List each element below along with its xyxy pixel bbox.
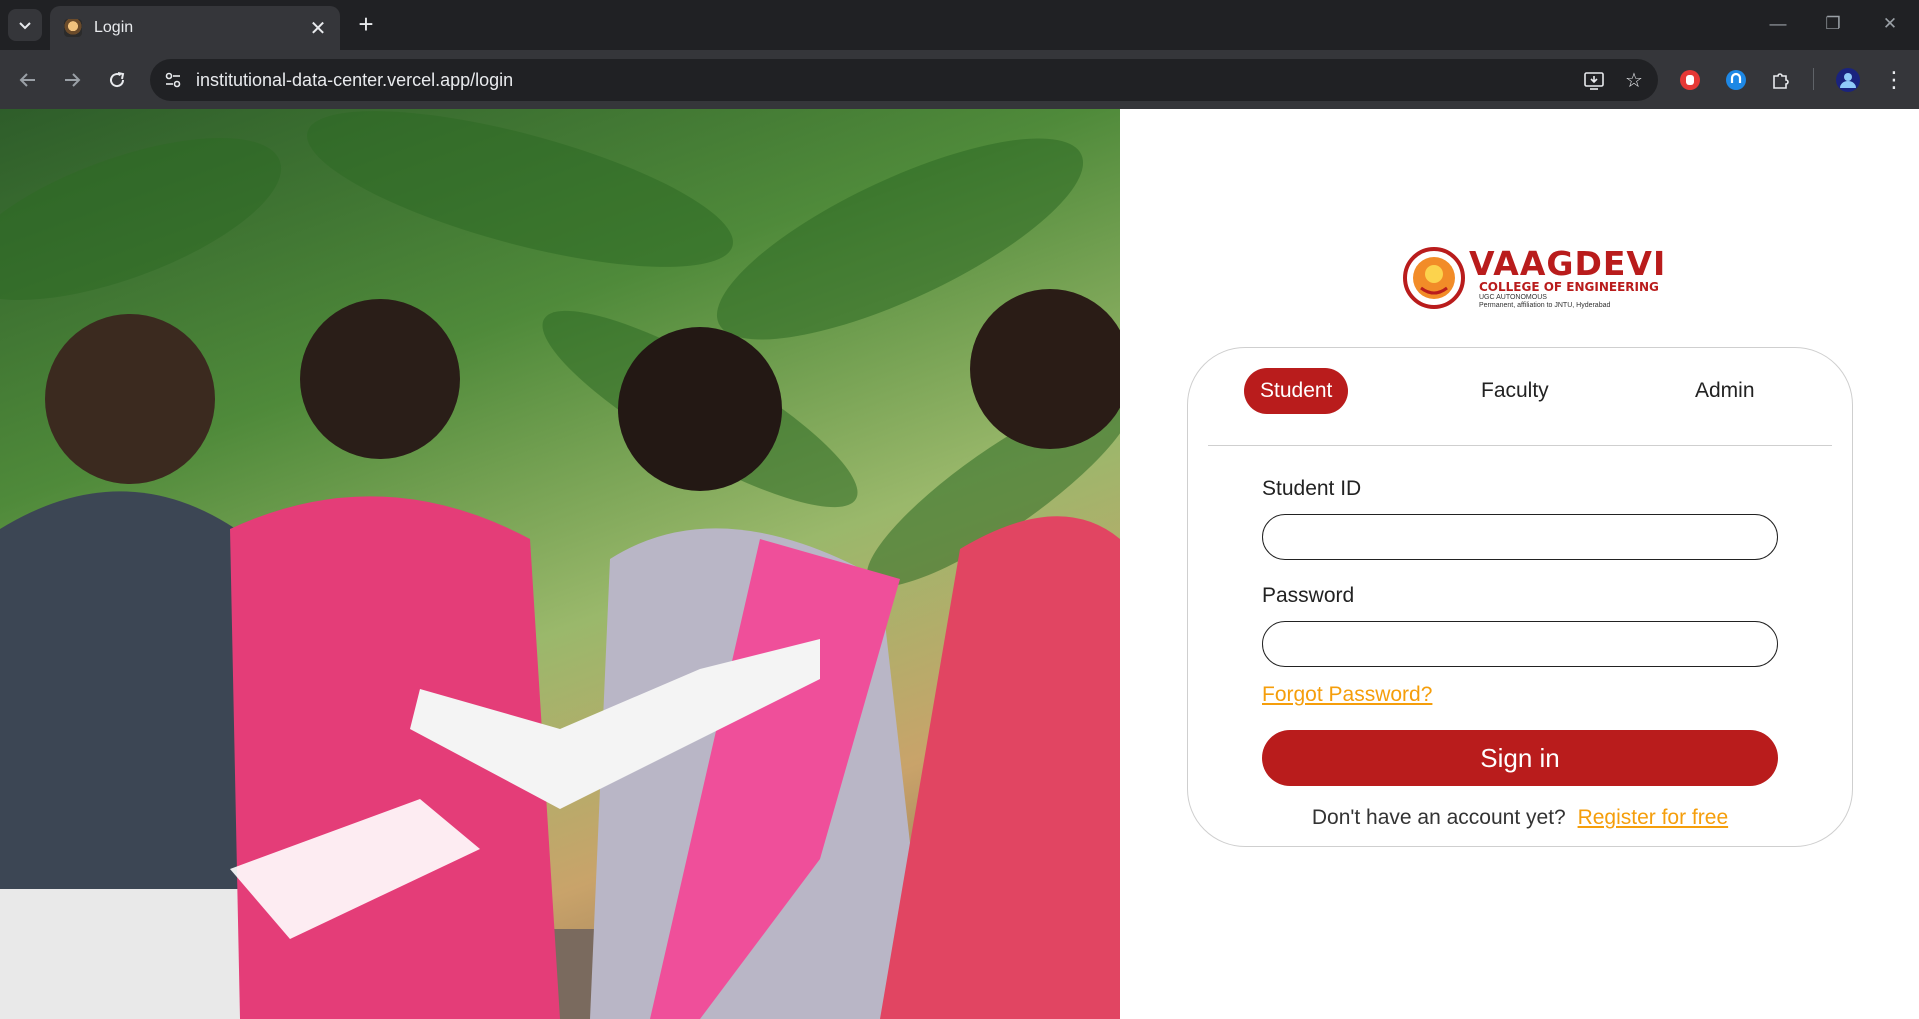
toolbar-separator xyxy=(1813,68,1814,90)
back-button[interactable] xyxy=(12,64,44,96)
tab-search-button[interactable] xyxy=(8,9,42,41)
register-link[interactable]: Register for free xyxy=(1578,806,1729,829)
logo-line-1: UGC AUTONOMOUS xyxy=(1479,293,1547,301)
new-tab-button[interactable]: + xyxy=(352,9,380,39)
browser-tabbar: Login ✕ + — ❐ ✕ xyxy=(0,0,1919,50)
student-id-label: Student ID xyxy=(1262,477,1362,500)
sign-in-button[interactable]: Sign in xyxy=(1262,730,1778,786)
tab-faculty[interactable]: Faculty xyxy=(1465,368,1565,414)
reload-button[interactable] xyxy=(101,64,133,96)
login-page: VAAGDEVI COLLEGE OF ENGINEERING UGC AUTO… xyxy=(0,109,1919,1019)
favicon-icon xyxy=(64,19,82,37)
tabs-divider xyxy=(1208,445,1832,446)
more-menu-icon[interactable]: ⋮ xyxy=(1878,64,1910,96)
arrow-right-icon xyxy=(65,73,81,87)
url-text: institutional-data-center.vercel.app/log… xyxy=(196,69,514,90)
browser-tab[interactable]: Login ✕ xyxy=(50,6,340,50)
reload-icon xyxy=(110,72,125,88)
profile-avatar[interactable] xyxy=(1832,64,1864,96)
install-app-icon[interactable] xyxy=(1578,64,1610,96)
college-logo: VAAGDEVI COLLEGE OF ENGINEERING UGC AUTO… xyxy=(1403,239,1666,317)
restore-button[interactable]: ❐ xyxy=(1811,8,1855,40)
hero-students-photo xyxy=(0,109,1120,1019)
password-input[interactable] xyxy=(1262,621,1778,667)
tab-admin[interactable]: Admin xyxy=(1679,368,1771,414)
arrow-left-icon xyxy=(19,73,35,87)
register-prompt: Don't have an account yet? xyxy=(1311,806,1566,829)
minimize-button[interactable]: — xyxy=(1756,8,1800,40)
student-id-input[interactable] xyxy=(1262,514,1778,560)
tab-title: Login xyxy=(94,19,134,36)
close-window-button[interactable]: ✕ xyxy=(1868,8,1912,40)
extension-stop-icon[interactable] xyxy=(1674,64,1706,96)
logo-name: VAAGDEVI xyxy=(1469,243,1667,283)
forward-button[interactable] xyxy=(56,64,88,96)
browser-toolbar: institutional-data-center.vercel.app/log… xyxy=(0,50,1919,109)
extensions-puzzle-icon[interactable] xyxy=(1765,64,1797,96)
register-row: Don't have an account yet? Register for … xyxy=(1188,806,1852,830)
tab-student[interactable]: Student xyxy=(1244,368,1349,414)
logo-subtitle: COLLEGE OF ENGINEERING xyxy=(1479,279,1659,294)
college-seal-icon xyxy=(1403,247,1465,309)
login-card: Student Faculty Admin Student ID Passwor… xyxy=(1187,347,1853,847)
bookmark-star-icon[interactable]: ☆ xyxy=(1618,64,1650,96)
chevron-down-icon xyxy=(19,22,31,30)
site-info-icon[interactable] xyxy=(158,65,188,95)
address-bar[interactable]: institutional-data-center.vercel.app/log… xyxy=(150,59,1658,101)
logo-line-2: Permanent, affiliation to JNTU, Hyderaba… xyxy=(1479,301,1611,309)
extension-blue-icon[interactable] xyxy=(1720,64,1752,96)
password-label: Password xyxy=(1262,584,1355,607)
role-tabs: Student Faculty Admin xyxy=(1188,348,1852,443)
close-tab-icon[interactable]: ✕ xyxy=(306,16,330,40)
forgot-password-link[interactable]: Forgot Password? xyxy=(1262,683,1432,707)
